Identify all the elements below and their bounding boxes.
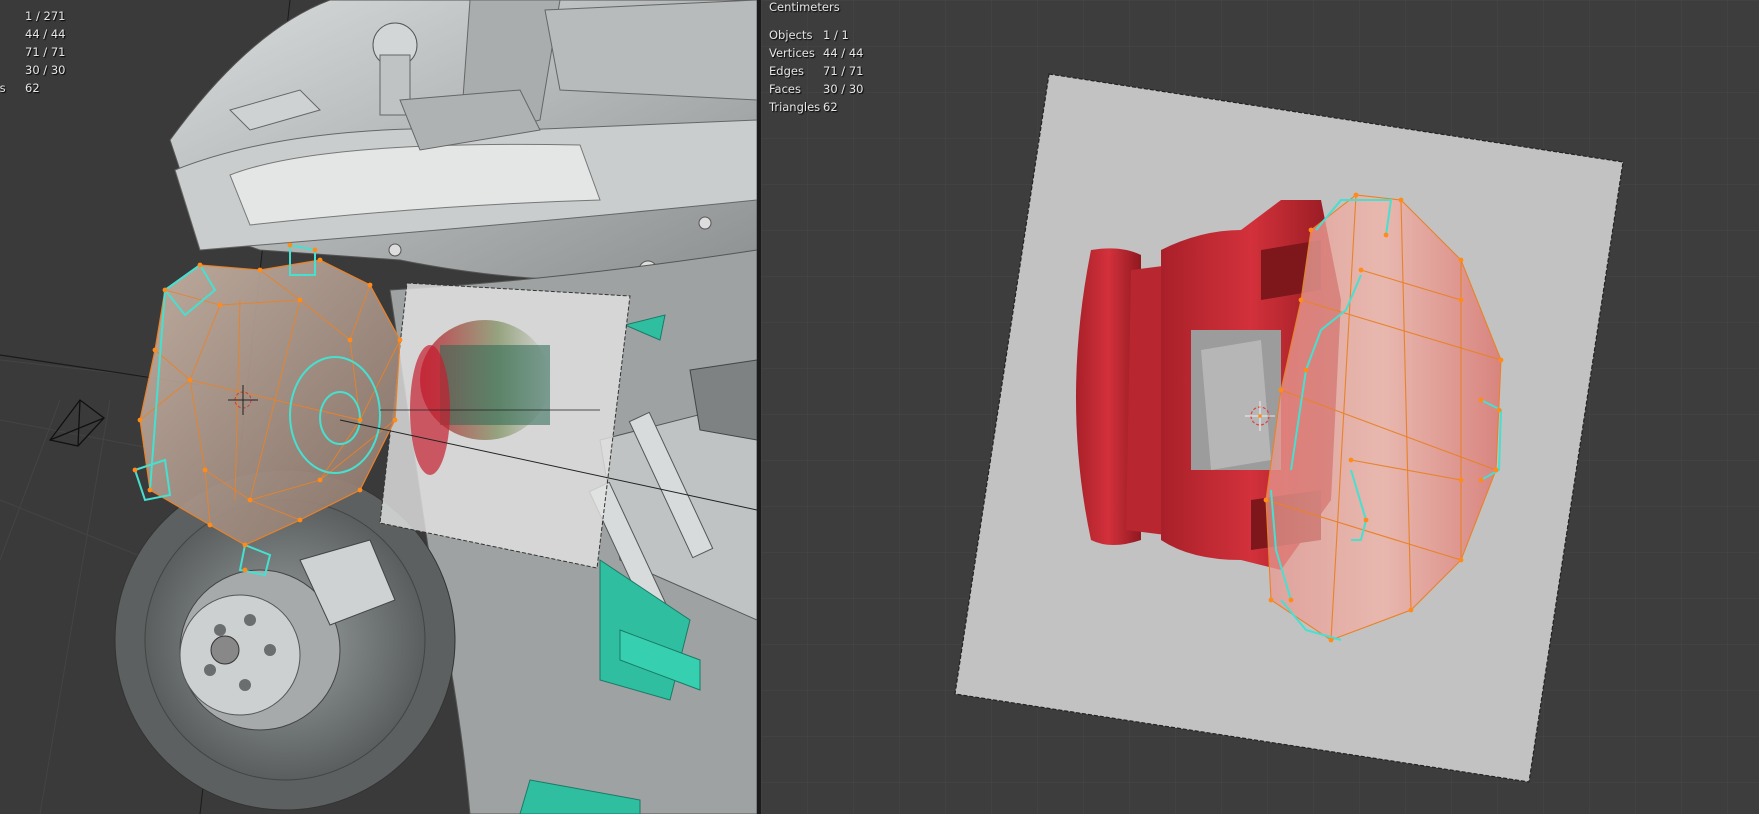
stat-row-objects: Objects 1 / 1 xyxy=(769,26,863,44)
stat-row: es44 / 44 xyxy=(0,25,65,43)
stat-label: Triangles xyxy=(769,100,821,114)
stat-label: Objects xyxy=(769,28,813,42)
stat-row: 71 / 71 xyxy=(0,43,65,61)
stat-label xyxy=(0,43,25,61)
viewport-left-canvas[interactable] xyxy=(0,0,757,814)
stat-row-edges: Edges 71 / 71 xyxy=(769,62,863,80)
reference-image-plane-right[interactable] xyxy=(954,73,1624,783)
stat-value: 71 / 71 xyxy=(25,45,66,59)
viewport-right[interactable]: Centimeters Objects 1 / 1 Vertices 44 / 44… xyxy=(761,0,1759,814)
stat-value: 71 / 71 xyxy=(823,64,864,78)
stat-row-faces: Faces 30 / 30 xyxy=(769,80,863,98)
stat-label: es xyxy=(0,25,25,43)
stat-value: 30 / 30 xyxy=(823,82,864,96)
camera-icon[interactable] xyxy=(48,399,105,447)
units-label: Centimeters xyxy=(769,0,840,14)
stat-value: 44 / 44 xyxy=(823,46,864,60)
stat-value: 1 / 1 xyxy=(823,28,849,42)
reference-image-plane-left[interactable] xyxy=(379,282,631,569)
stat-row: ts1 / 271 xyxy=(0,7,65,25)
stat-label: Faces xyxy=(769,82,801,96)
stat-row-triangles: Triangles 62 xyxy=(769,98,863,116)
stat-value: 62 xyxy=(25,81,40,95)
stat-value: 1 / 271 xyxy=(25,9,66,23)
stat-value: 62 xyxy=(823,100,838,114)
stat-value: 30 / 30 xyxy=(25,63,66,77)
stat-row-vertices: Vertices 44 / 44 xyxy=(769,44,863,62)
stat-label xyxy=(0,61,25,79)
viewport-right-canvas[interactable] xyxy=(761,0,1759,814)
stat-label: gles xyxy=(0,81,6,95)
scene-statistics-left: ts1 / 271 es44 / 44 71 / 71 30 / 30 gles… xyxy=(0,7,65,97)
viewport-left[interactable]: ts1 / 271 es44 / 44 71 / 71 30 / 30 gles… xyxy=(0,0,757,814)
stat-value: 44 / 44 xyxy=(25,27,66,41)
scene-statistics-right: Centimeters Objects 1 / 1 Vertices 44 / 44… xyxy=(769,0,863,116)
stat-label: Vertices xyxy=(769,46,815,60)
stat-row: 30 / 30 xyxy=(0,61,65,79)
stat-row: gles 62 xyxy=(0,79,65,97)
stat-label: ts xyxy=(0,7,25,25)
stat-label: Edges xyxy=(769,64,804,78)
